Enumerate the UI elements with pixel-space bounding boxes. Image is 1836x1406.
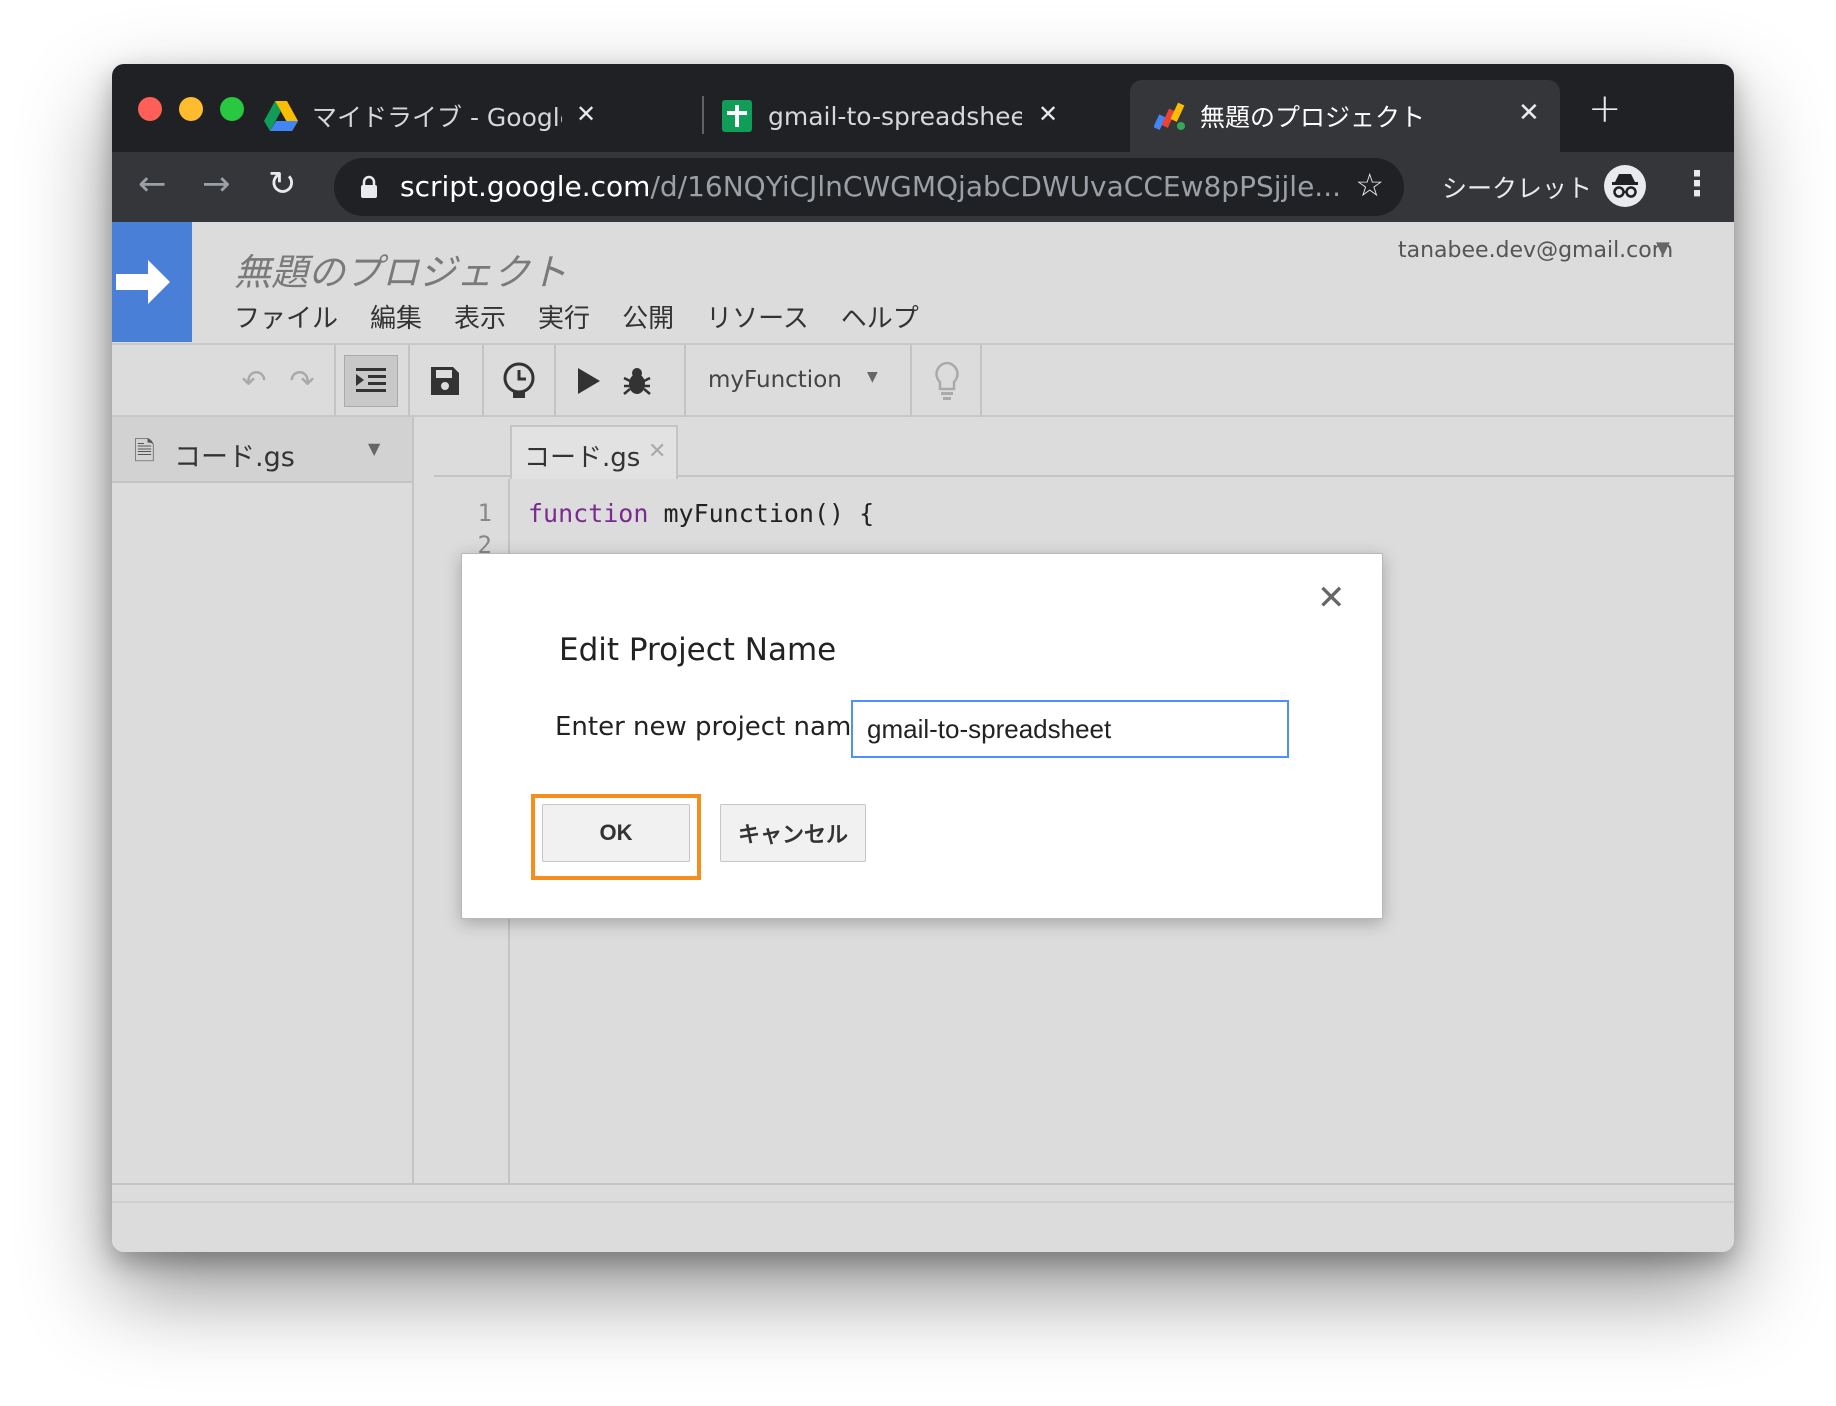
tab-code-gs[interactable]: コード.gs ✕ <box>510 425 678 479</box>
menu-help[interactable]: ヘルプ <box>841 298 919 335</box>
browser-toolbar: ← → ↻ script.google.com/d/16NQYiCJlnCWGM… <box>112 152 1734 222</box>
close-icon[interactable]: ✕ <box>1317 578 1346 618</box>
tab-untitled-project[interactable]: 無題のプロジェクト ✕ <box>1130 80 1560 152</box>
menu-publish[interactable]: 公開 <box>622 298 674 335</box>
apps-script-logo[interactable] <box>112 222 192 342</box>
menu-edit[interactable]: 編集 <box>370 298 422 335</box>
status-bar <box>112 1183 1734 1252</box>
tab-title: gmail-to-spreadsheet - Goo <box>768 101 1022 131</box>
close-icon[interactable]: ✕ <box>1038 100 1058 128</box>
chevron-down-icon[interactable]: ▼ <box>1656 238 1670 259</box>
debug-button[interactable] <box>612 355 662 407</box>
maximize-window-button[interactable] <box>220 97 244 121</box>
address-bar[interactable]: script.google.com/d/16NQYiCJlnCWGMQjabCD… <box>334 158 1404 216</box>
indent-icon <box>356 368 386 392</box>
editor-toolbar: ↶ ↷ myFunction ▼ <box>112 343 1734 417</box>
toolbar-divider <box>554 345 556 417</box>
minimize-window-button[interactable] <box>179 97 203 121</box>
menu-run[interactable]: 実行 <box>538 298 590 335</box>
incognito-icon[interactable] <box>1604 165 1646 207</box>
menu-file[interactable]: ファイル <box>234 298 338 335</box>
toolbar-divider <box>910 345 912 417</box>
more-menu-icon[interactable]: ⋮ <box>1680 164 1714 204</box>
code-line: function myFunction() { <box>528 499 875 528</box>
lightbulb-icon <box>935 361 959 400</box>
play-icon <box>578 368 600 394</box>
menu-view[interactable]: 表示 <box>454 298 506 335</box>
project-title[interactable]: 無題のプロジェクト <box>234 242 567 296</box>
url-text: script.google.com/d/16NQYiCJlnCWGMQjabCD… <box>400 170 1341 203</box>
save-icon <box>431 367 459 395</box>
toolbar-divider <box>980 345 982 417</box>
file-name: コード.gs <box>174 442 295 473</box>
forward-arrow-icon[interactable]: → <box>202 164 231 204</box>
edit-project-name-dialog: ✕ Edit Project Name Enter new project na… <box>461 553 1383 919</box>
google-drive-icon <box>264 101 298 131</box>
google-sheets-icon <box>722 100 752 132</box>
triggers-button[interactable] <box>492 355 546 407</box>
project-name-input[interactable] <box>851 700 1289 758</box>
close-icon[interactable]: ✕ <box>648 439 666 464</box>
bug-icon <box>623 368 651 395</box>
run-button[interactable] <box>564 355 614 407</box>
menu-resources[interactable]: リソース <box>706 298 809 335</box>
tab-google-drive[interactable]: マイドライブ - Google ドライ ✕ <box>264 80 604 152</box>
tab-divider <box>702 96 704 134</box>
tab-spreadsheet[interactable]: gmail-to-spreadsheet - Goo ✕ <box>722 80 1062 152</box>
close-icon[interactable]: ✕ <box>576 100 596 128</box>
close-window-button[interactable] <box>138 97 162 121</box>
cancel-button[interactable]: キャンセル <box>720 804 866 862</box>
editor-tabs: コード.gs ✕ <box>434 417 1734 479</box>
tab-title: マイドライブ - Google ドライ <box>312 103 562 132</box>
tab-title: 無題のプロジェクト <box>1200 103 1426 132</box>
toolbar-divider <box>408 345 410 417</box>
toolbar-divider <box>482 345 484 417</box>
ok-button[interactable]: OK <box>542 804 690 862</box>
bookmark-star-icon[interactable]: ☆ <box>1355 166 1384 204</box>
indent-toggle-button[interactable] <box>344 355 398 407</box>
close-icon[interactable]: ✕ <box>1518 98 1540 128</box>
save-button[interactable] <box>418 355 472 407</box>
function-select[interactable]: myFunction <box>708 367 842 393</box>
files-pane: 🗎 コード.gs ▼ <box>112 417 414 1183</box>
reload-icon[interactable]: ↻ <box>268 164 297 204</box>
chevron-down-icon[interactable]: ▼ <box>368 439 380 458</box>
chevron-down-icon[interactable]: ▼ <box>867 369 878 385</box>
toolbar-divider <box>684 345 686 417</box>
project-name-label: Enter new project name <box>555 712 868 742</box>
incognito-label: シークレット <box>1442 174 1593 203</box>
apps-script-icon <box>1154 102 1185 131</box>
line-number: 1 <box>477 499 492 527</box>
lightbulb-button[interactable] <box>922 355 972 407</box>
undo-icon[interactable]: ↶ <box>234 355 274 407</box>
menu-bar: ファイル 編集 表示 実行 公開 リソース ヘルプ <box>234 298 919 335</box>
tab-strip: マイドライブ - Google ドライ ✕ gmail-to-spreadshe… <box>112 64 1734 152</box>
back-arrow-icon[interactable]: ← <box>138 164 167 204</box>
clock-icon <box>503 362 535 398</box>
lock-icon <box>361 175 377 198</box>
dialog-title: Edit Project Name <box>559 632 837 668</box>
user-email[interactable]: tanabee.dev@gmail.com <box>1398 238 1673 263</box>
file-item[interactable]: 🗎 コード.gs ▼ <box>112 417 412 483</box>
tab-label: コード.gs <box>524 443 641 473</box>
new-tab-button[interactable]: + <box>1588 86 1622 132</box>
document-icon: 🗎 <box>134 437 155 467</box>
redo-icon[interactable]: ↷ <box>282 355 322 407</box>
toolbar-divider <box>334 345 336 417</box>
